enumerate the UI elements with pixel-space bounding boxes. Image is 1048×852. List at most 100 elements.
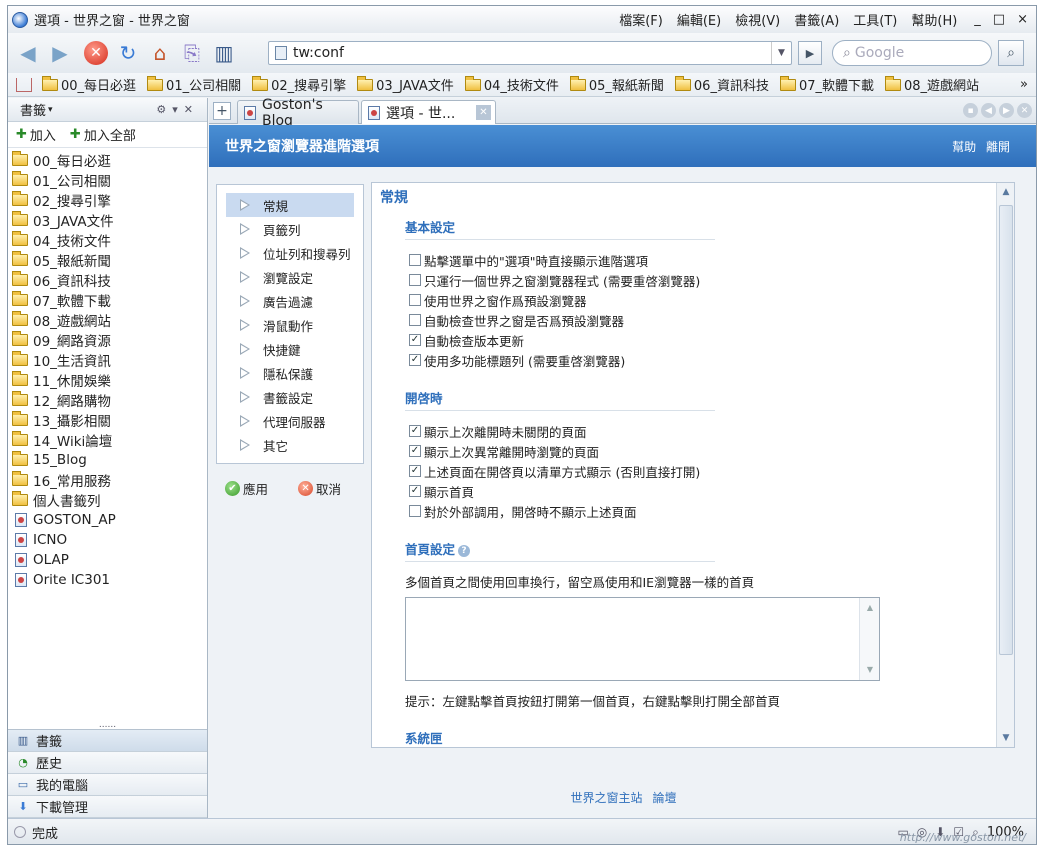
forum-link[interactable]: 論壇: [653, 789, 677, 806]
add-all-button[interactable]: 加入全部: [84, 125, 136, 144]
help-link[interactable]: 幫助: [952, 140, 976, 154]
bookmark-page[interactable]: ICNO: [8, 530, 207, 550]
checkbox[interactable]: [409, 254, 421, 266]
bookmark-folder[interactable]: 06_資訊科技: [8, 270, 207, 290]
homepage-textarea[interactable]: ▲ ▼: [405, 597, 880, 681]
search-button[interactable]: ⌕: [998, 40, 1024, 66]
textarea-scrollbar[interactable]: ▲ ▼: [859, 598, 879, 680]
favorites-more-chevron-icon[interactable]: »: [1020, 77, 1028, 92]
bookmark-folder[interactable]: 08_遊戲網站: [8, 310, 207, 330]
maximize-button[interactable]: □: [993, 12, 1005, 27]
cancel-button[interactable]: ✕ 取消: [298, 479, 341, 498]
bookmark-page[interactable]: Orite IC301: [8, 570, 207, 590]
menu-tools[interactable]: 工具(T): [853, 10, 897, 29]
nav-other[interactable]: 其它: [226, 433, 354, 457]
checkbox[interactable]: ✓: [409, 445, 421, 457]
fav-item[interactable]: 03_JAVA文件: [357, 75, 454, 94]
option-row[interactable]: 點擊選單中的"選項"時直接顯示進階選項: [409, 250, 1000, 270]
new-tab-button[interactable]: +: [213, 102, 231, 120]
checkbox[interactable]: ✓: [409, 485, 421, 497]
forward-arrow-icon[interactable]: ▶: [46, 39, 74, 67]
bookmark-folder[interactable]: 11_休閒娛樂: [8, 370, 207, 390]
nav-mouse-gestures[interactable]: 滑鼠動作: [226, 313, 354, 337]
search-input[interactable]: ⌕ Google: [832, 40, 992, 66]
sidebar-tab-computer[interactable]: ▭ 我的電腦: [8, 774, 207, 796]
back-arrow-icon[interactable]: ◀: [14, 39, 42, 67]
nav-address-search[interactable]: 位址列和搜尋列: [226, 241, 354, 265]
go-button[interactable]: ▶: [798, 41, 822, 65]
bookmark-page[interactable]: GOSTON_AP: [8, 510, 207, 530]
tab-scroll-right-icon[interactable]: ▶: [999, 103, 1014, 118]
close-window-button[interactable]: ×: [1017, 12, 1028, 27]
close-all-tabs-icon[interactable]: ✕: [1017, 103, 1032, 118]
checkbox[interactable]: [409, 294, 421, 306]
menu-bookmarks[interactable]: 書籤(A): [794, 10, 839, 29]
menu-view[interactable]: 檢視(V): [735, 10, 780, 29]
checkbox[interactable]: ✓: [409, 354, 421, 366]
fav-item[interactable]: 02_搜尋引擎: [252, 75, 346, 94]
checkbox[interactable]: [409, 505, 421, 517]
bookmark-page[interactable]: OLAP: [8, 550, 207, 570]
option-row[interactable]: ✓ 顯示首頁: [409, 481, 1000, 501]
sidebar-title-dropdown-icon[interactable]: ▾: [48, 105, 53, 115]
option-row[interactable]: ✓ 顯示上次異常離開時瀏覽的頁面: [409, 441, 1000, 461]
sidebar-tab-bookmarks[interactable]: ▥ 書籤: [8, 730, 207, 752]
menu-edit[interactable]: 編輯(E): [677, 10, 721, 29]
fav-item[interactable]: 04_技術文件: [464, 75, 559, 94]
bookmark-folder[interactable]: 02_搜尋引擎: [8, 190, 207, 210]
nav-privacy[interactable]: 隱私保護: [226, 361, 354, 385]
fav-item[interactable]: 07_軟體下載: [779, 75, 874, 94]
tab-list-icon[interactable]: ▪: [963, 103, 978, 118]
settings-scrollbar[interactable]: ▲ ▼: [996, 183, 1014, 747]
fav-item[interactable]: 05_報紙新聞: [569, 75, 664, 94]
close-tab-icon[interactable]: ✕: [476, 105, 491, 120]
option-row[interactable]: ✓ 上述頁面在開啓頁以清單方式顯示 (否則直接打開): [409, 461, 1000, 481]
scroll-thumb[interactable]: [999, 205, 1013, 655]
favorites-book-icon[interactable]: [16, 77, 32, 92]
add-bookmark-icon[interactable]: ✚: [16, 127, 27, 142]
option-row[interactable]: 使用世界之窗作爲預設瀏覽器: [409, 290, 1000, 310]
nav-shortcuts[interactable]: 快捷鍵: [226, 337, 354, 361]
home-icon[interactable]: ⌂: [146, 39, 174, 67]
nav-general[interactable]: 常規: [226, 193, 354, 217]
fav-item[interactable]: 01_公司相關: [147, 75, 241, 94]
bookmark-folder[interactable]: 09_網路資源: [8, 330, 207, 350]
minimize-button[interactable]: _: [974, 12, 981, 27]
scroll-down-icon[interactable]: ▼: [997, 729, 1014, 747]
scroll-up-icon[interactable]: ▲: [997, 183, 1014, 201]
address-input[interactable]: tw:conf: [293, 45, 344, 61]
nav-tabbar[interactable]: 頁籤列: [226, 217, 354, 241]
bookmark-folder[interactable]: 07_軟體下載: [8, 290, 207, 310]
bookmark-folder[interactable]: 00_每日必逛: [8, 150, 207, 170]
restore-page-icon[interactable]: ⎘: [178, 39, 206, 67]
option-row[interactable]: 只運行一個世界之窗瀏覽器程式 (需要重啓瀏覽器): [409, 270, 1000, 290]
stop-icon[interactable]: ✕: [84, 41, 108, 65]
bookmark-folder[interactable]: 15_Blog: [8, 450, 207, 470]
tab-gostons-blog[interactable]: Goston's Blog: [237, 97, 359, 129]
apply-button[interactable]: ✔ 應用: [225, 479, 268, 498]
checkbox[interactable]: [409, 314, 421, 326]
address-bar[interactable]: tw:conf ▼: [268, 41, 792, 65]
sidebar-resize-grip[interactable]: ......: [8, 721, 207, 730]
checkbox[interactable]: ✓: [409, 465, 421, 477]
sidebar-tab-history[interactable]: ◔ 歷史: [8, 752, 207, 774]
bookmark-folder[interactable]: 03_JAVA文件: [8, 210, 207, 230]
sidebar-tab-downloads[interactable]: ⬇ 下載管理: [8, 796, 207, 818]
option-row[interactable]: ✓ 自動檢查版本更新: [409, 330, 1000, 350]
sidebar-title[interactable]: 書籤: [20, 100, 46, 119]
option-row[interactable]: 自動檢查世界之窗是否爲預設瀏覽器: [409, 310, 1000, 330]
fav-item[interactable]: 00_每日必逛: [42, 75, 136, 94]
add-bookmark-button[interactable]: 加入: [30, 125, 56, 144]
checkbox[interactable]: [409, 274, 421, 286]
checkbox[interactable]: ✓: [409, 334, 421, 346]
bookmark-folder[interactable]: 12_網路購物: [8, 390, 207, 410]
option-row[interactable]: ✓ 顯示上次離開時未關閉的頁面: [409, 421, 1000, 441]
nav-ad-filter[interactable]: 廣告過濾: [226, 289, 354, 313]
nav-browsing[interactable]: 瀏覽設定: [226, 265, 354, 289]
help-question-icon[interactable]: ?: [458, 544, 471, 557]
checkbox[interactable]: ✓: [409, 425, 421, 437]
option-row[interactable]: ✓ 使用多功能標題列 (需要重啓瀏覽器): [409, 350, 1000, 370]
homepage-link[interactable]: 世界之窗主站: [570, 789, 642, 806]
add-all-icon[interactable]: ✚: [70, 127, 81, 142]
tab-scroll-left-icon[interactable]: ◀: [981, 103, 996, 118]
